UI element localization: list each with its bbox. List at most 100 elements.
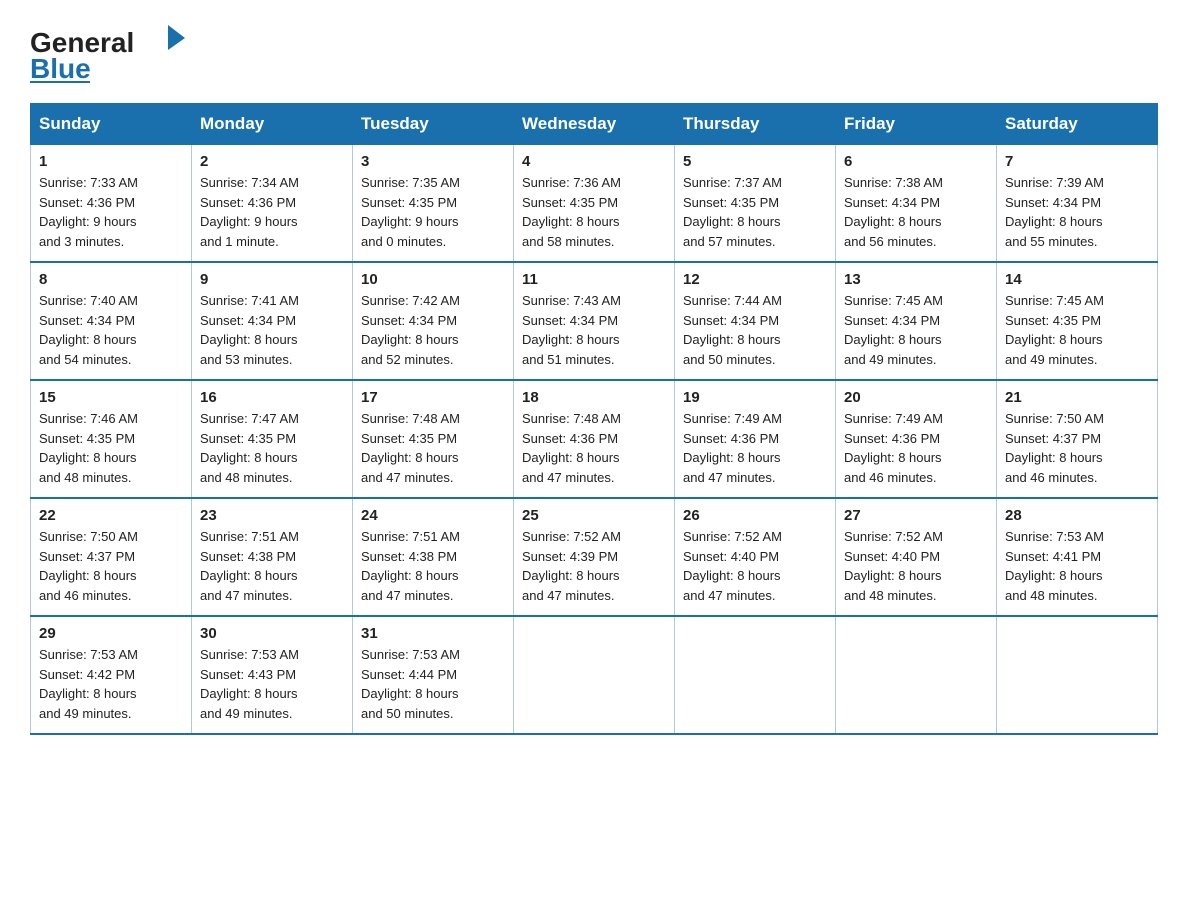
- calendar-cell: 20 Sunrise: 7:49 AMSunset: 4:36 PMDaylig…: [836, 380, 997, 498]
- day-header-sunday: Sunday: [31, 104, 192, 145]
- logo: General Blue: [30, 20, 190, 85]
- calendar-week-4: 22 Sunrise: 7:50 AMSunset: 4:37 PMDaylig…: [31, 498, 1158, 616]
- day-number: 19: [683, 389, 827, 406]
- calendar-cell: 30 Sunrise: 7:53 AMSunset: 4:43 PMDaylig…: [192, 616, 353, 734]
- svg-text:Blue: Blue: [30, 53, 91, 84]
- calendar-cell: [997, 616, 1158, 734]
- day-number: 23: [200, 507, 344, 524]
- day-info: Sunrise: 7:40 AMSunset: 4:34 PMDaylight:…: [39, 291, 183, 369]
- day-header-tuesday: Tuesday: [353, 104, 514, 145]
- day-info: Sunrise: 7:42 AMSunset: 4:34 PMDaylight:…: [361, 291, 505, 369]
- day-number: 22: [39, 507, 183, 524]
- calendar-cell: 2 Sunrise: 7:34 AMSunset: 4:36 PMDayligh…: [192, 145, 353, 263]
- calendar-cell: 28 Sunrise: 7:53 AMSunset: 4:41 PMDaylig…: [997, 498, 1158, 616]
- day-info: Sunrise: 7:53 AMSunset: 4:44 PMDaylight:…: [361, 645, 505, 723]
- calendar-week-5: 29 Sunrise: 7:53 AMSunset: 4:42 PMDaylig…: [31, 616, 1158, 734]
- calendar-cell: 24 Sunrise: 7:51 AMSunset: 4:38 PMDaylig…: [353, 498, 514, 616]
- calendar-header-row: SundayMondayTuesdayWednesdayThursdayFrid…: [31, 104, 1158, 145]
- day-number: 18: [522, 389, 666, 406]
- day-info: Sunrise: 7:52 AMSunset: 4:40 PMDaylight:…: [844, 527, 988, 605]
- day-number: 14: [1005, 271, 1149, 288]
- calendar-week-2: 8 Sunrise: 7:40 AMSunset: 4:34 PMDayligh…: [31, 262, 1158, 380]
- calendar-week-3: 15 Sunrise: 7:46 AMSunset: 4:35 PMDaylig…: [31, 380, 1158, 498]
- day-info: Sunrise: 7:37 AMSunset: 4:35 PMDaylight:…: [683, 173, 827, 251]
- calendar-cell: 18 Sunrise: 7:48 AMSunset: 4:36 PMDaylig…: [514, 380, 675, 498]
- day-number: 2: [200, 153, 344, 170]
- calendar-cell: [836, 616, 997, 734]
- day-number: 20: [844, 389, 988, 406]
- day-number: 30: [200, 625, 344, 642]
- day-number: 3: [361, 153, 505, 170]
- day-header-saturday: Saturday: [997, 104, 1158, 145]
- day-header-wednesday: Wednesday: [514, 104, 675, 145]
- day-number: 28: [1005, 507, 1149, 524]
- day-number: 8: [39, 271, 183, 288]
- day-info: Sunrise: 7:50 AMSunset: 4:37 PMDaylight:…: [1005, 409, 1149, 487]
- calendar-cell: 22 Sunrise: 7:50 AMSunset: 4:37 PMDaylig…: [31, 498, 192, 616]
- calendar-cell: 1 Sunrise: 7:33 AMSunset: 4:36 PMDayligh…: [31, 145, 192, 263]
- day-header-friday: Friday: [836, 104, 997, 145]
- day-number: 21: [1005, 389, 1149, 406]
- calendar-table: SundayMondayTuesdayWednesdayThursdayFrid…: [30, 103, 1158, 735]
- day-info: Sunrise: 7:45 AMSunset: 4:35 PMDaylight:…: [1005, 291, 1149, 369]
- day-info: Sunrise: 7:48 AMSunset: 4:35 PMDaylight:…: [361, 409, 505, 487]
- day-number: 12: [683, 271, 827, 288]
- calendar-cell: 26 Sunrise: 7:52 AMSunset: 4:40 PMDaylig…: [675, 498, 836, 616]
- calendar-cell: 8 Sunrise: 7:40 AMSunset: 4:34 PMDayligh…: [31, 262, 192, 380]
- day-number: 16: [200, 389, 344, 406]
- day-info: Sunrise: 7:41 AMSunset: 4:34 PMDaylight:…: [200, 291, 344, 369]
- day-info: Sunrise: 7:36 AMSunset: 4:35 PMDaylight:…: [522, 173, 666, 251]
- day-number: 4: [522, 153, 666, 170]
- day-info: Sunrise: 7:47 AMSunset: 4:35 PMDaylight:…: [200, 409, 344, 487]
- day-info: Sunrise: 7:38 AMSunset: 4:34 PMDaylight:…: [844, 173, 988, 251]
- calendar-cell: [675, 616, 836, 734]
- day-info: Sunrise: 7:50 AMSunset: 4:37 PMDaylight:…: [39, 527, 183, 605]
- day-info: Sunrise: 7:33 AMSunset: 4:36 PMDaylight:…: [39, 173, 183, 251]
- day-number: 13: [844, 271, 988, 288]
- calendar-cell: [514, 616, 675, 734]
- calendar-cell: 21 Sunrise: 7:50 AMSunset: 4:37 PMDaylig…: [997, 380, 1158, 498]
- day-number: 9: [200, 271, 344, 288]
- calendar-cell: 3 Sunrise: 7:35 AMSunset: 4:35 PMDayligh…: [353, 145, 514, 263]
- calendar-cell: 10 Sunrise: 7:42 AMSunset: 4:34 PMDaylig…: [353, 262, 514, 380]
- calendar-cell: 31 Sunrise: 7:53 AMSunset: 4:44 PMDaylig…: [353, 616, 514, 734]
- day-info: Sunrise: 7:51 AMSunset: 4:38 PMDaylight:…: [361, 527, 505, 605]
- page-header: General Blue: [30, 20, 1158, 85]
- day-info: Sunrise: 7:45 AMSunset: 4:34 PMDaylight:…: [844, 291, 988, 369]
- day-number: 29: [39, 625, 183, 642]
- day-info: Sunrise: 7:44 AMSunset: 4:34 PMDaylight:…: [683, 291, 827, 369]
- day-number: 26: [683, 507, 827, 524]
- calendar-cell: 14 Sunrise: 7:45 AMSunset: 4:35 PMDaylig…: [997, 262, 1158, 380]
- calendar-cell: 13 Sunrise: 7:45 AMSunset: 4:34 PMDaylig…: [836, 262, 997, 380]
- day-info: Sunrise: 7:51 AMSunset: 4:38 PMDaylight:…: [200, 527, 344, 605]
- day-number: 31: [361, 625, 505, 642]
- calendar-cell: 29 Sunrise: 7:53 AMSunset: 4:42 PMDaylig…: [31, 616, 192, 734]
- calendar-cell: 25 Sunrise: 7:52 AMSunset: 4:39 PMDaylig…: [514, 498, 675, 616]
- calendar-cell: 5 Sunrise: 7:37 AMSunset: 4:35 PMDayligh…: [675, 145, 836, 263]
- day-info: Sunrise: 7:53 AMSunset: 4:42 PMDaylight:…: [39, 645, 183, 723]
- calendar-cell: 12 Sunrise: 7:44 AMSunset: 4:34 PMDaylig…: [675, 262, 836, 380]
- calendar-cell: 11 Sunrise: 7:43 AMSunset: 4:34 PMDaylig…: [514, 262, 675, 380]
- day-info: Sunrise: 7:52 AMSunset: 4:40 PMDaylight:…: [683, 527, 827, 605]
- day-info: Sunrise: 7:53 AMSunset: 4:41 PMDaylight:…: [1005, 527, 1149, 605]
- day-number: 11: [522, 271, 666, 288]
- day-number: 17: [361, 389, 505, 406]
- day-header-thursday: Thursday: [675, 104, 836, 145]
- day-number: 6: [844, 153, 988, 170]
- day-number: 24: [361, 507, 505, 524]
- day-info: Sunrise: 7:49 AMSunset: 4:36 PMDaylight:…: [683, 409, 827, 487]
- calendar-week-1: 1 Sunrise: 7:33 AMSunset: 4:36 PMDayligh…: [31, 145, 1158, 263]
- calendar-cell: 6 Sunrise: 7:38 AMSunset: 4:34 PMDayligh…: [836, 145, 997, 263]
- day-number: 7: [1005, 153, 1149, 170]
- calendar-cell: 16 Sunrise: 7:47 AMSunset: 4:35 PMDaylig…: [192, 380, 353, 498]
- calendar-cell: 4 Sunrise: 7:36 AMSunset: 4:35 PMDayligh…: [514, 145, 675, 263]
- calendar-cell: 7 Sunrise: 7:39 AMSunset: 4:34 PMDayligh…: [997, 145, 1158, 263]
- day-info: Sunrise: 7:39 AMSunset: 4:34 PMDaylight:…: [1005, 173, 1149, 251]
- day-number: 15: [39, 389, 183, 406]
- day-info: Sunrise: 7:49 AMSunset: 4:36 PMDaylight:…: [844, 409, 988, 487]
- day-number: 27: [844, 507, 988, 524]
- day-number: 10: [361, 271, 505, 288]
- day-info: Sunrise: 7:46 AMSunset: 4:35 PMDaylight:…: [39, 409, 183, 487]
- calendar-cell: 19 Sunrise: 7:49 AMSunset: 4:36 PMDaylig…: [675, 380, 836, 498]
- day-info: Sunrise: 7:34 AMSunset: 4:36 PMDaylight:…: [200, 173, 344, 251]
